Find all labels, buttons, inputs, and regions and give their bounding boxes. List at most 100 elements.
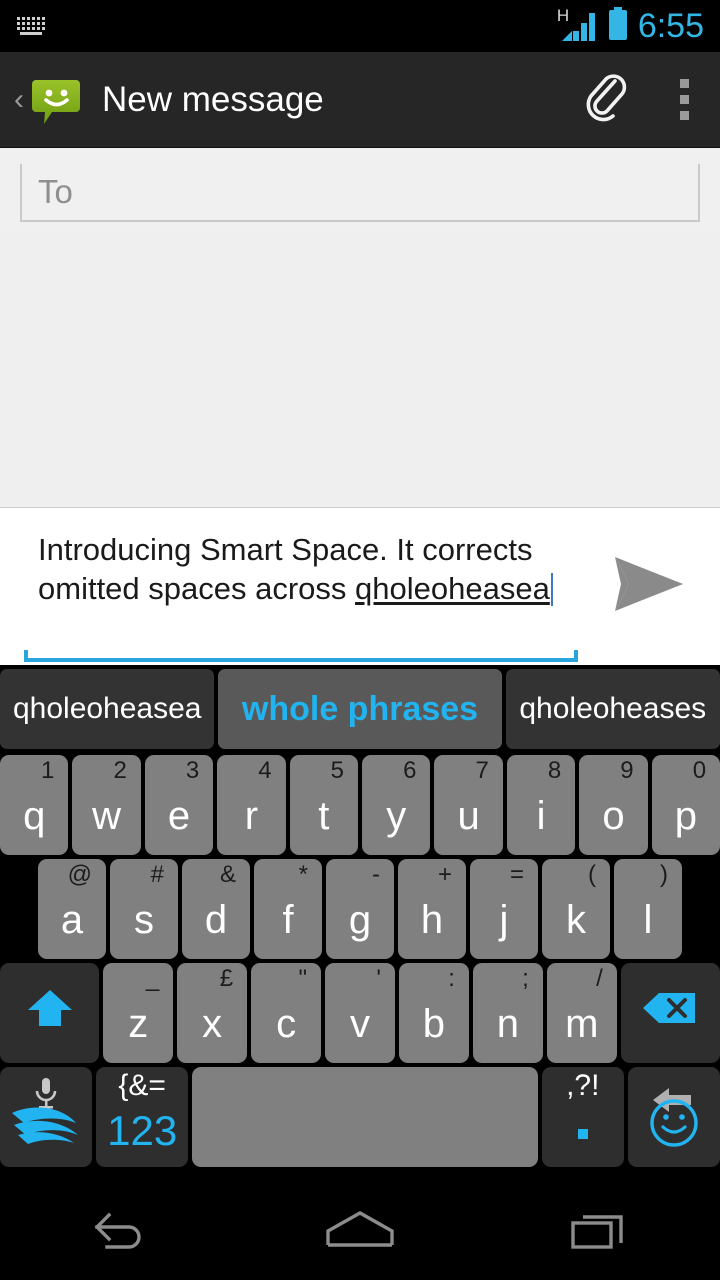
- key-label: k: [566, 898, 586, 942]
- key-alt-label: _: [145, 965, 160, 992]
- signal-bars-icon: H: [556, 6, 598, 43]
- key-alt-label: (: [588, 861, 596, 888]
- nav-recents-button[interactable]: [525, 1185, 675, 1280]
- key-b[interactable]: :b: [398, 963, 469, 1063]
- key-alt-label: 9: [620, 757, 634, 784]
- swiftkey-logo-key[interactable]: [0, 1067, 93, 1167]
- key-n[interactable]: ; n: [472, 963, 543, 1063]
- status-bar-left: [0, 15, 556, 37]
- key-z[interactable]: _ z: [103, 963, 174, 1063]
- key-alt-label: ;: [522, 965, 529, 992]
- suggestion-item-right[interactable]: qholeoheases: [505, 669, 720, 749]
- key-x[interactable]: £ x: [177, 963, 248, 1063]
- key-o[interactable]: 9o: [579, 755, 648, 855]
- key-label: l: [643, 898, 653, 942]
- key-label: b: [422, 1002, 446, 1046]
- period-dot-glyph: [577, 1129, 588, 1139]
- keyboard-row-1: 1q 2w 3e 4r 5t 6y 7u 8i 9o 0p: [0, 753, 720, 857]
- shift-key[interactable]: [0, 963, 100, 1063]
- key-u[interactable]: 7u: [434, 755, 503, 855]
- keyboard-icon: [16, 15, 50, 37]
- key-alt-label: 7: [475, 757, 489, 784]
- nav-home-button[interactable]: [285, 1185, 435, 1280]
- network-type-label: H: [556, 6, 570, 25]
- keyboard-row-2: @ a # s & d * f -g + h = j (k ) l: [0, 857, 720, 961]
- text-caret: [550, 573, 553, 606]
- key-r[interactable]: 4r: [217, 755, 286, 855]
- suggestion-item-left[interactable]: qholeoheasea: [0, 669, 215, 749]
- attach-button[interactable]: [564, 52, 648, 148]
- key-c[interactable]: " c: [251, 963, 322, 1063]
- status-clock: 6:55: [637, 7, 704, 45]
- key-p[interactable]: 0p: [651, 755, 720, 855]
- key-alt-label: 0: [692, 757, 707, 784]
- overflow-dot: [679, 95, 689, 104]
- key-label: f: [282, 898, 294, 942]
- enter-emoji-key[interactable]: [627, 1067, 720, 1167]
- key-s[interactable]: # s: [110, 859, 178, 959]
- nav-back-button[interactable]: [45, 1185, 195, 1280]
- key-alt-label: -: [372, 861, 380, 888]
- key-label: t: [318, 794, 330, 838]
- overflow-dot: [679, 79, 689, 88]
- suggestion-strip: qholeoheasea whole phrases qholeoheases: [0, 665, 720, 753]
- key-alt-label: 1: [41, 757, 55, 784]
- message-input[interactable]: Introducing Smart Space. It corrects omi…: [24, 530, 578, 662]
- key-i[interactable]: 8i: [506, 755, 576, 855]
- key-d[interactable]: & d: [182, 859, 250, 959]
- key-t[interactable]: 5t: [289, 755, 359, 855]
- key-y[interactable]: 6y: [362, 755, 431, 855]
- key-g[interactable]: -g: [326, 859, 394, 959]
- key-alt-label: *: [298, 861, 308, 888]
- recipient-placeholder: To: [38, 173, 73, 210]
- key-f[interactable]: * f: [254, 859, 322, 959]
- key-alt-label: £: [219, 965, 234, 992]
- phone-screen: H 6:55 ‹ New message To Introducing Smar…: [0, 0, 720, 1280]
- key-l[interactable]: ) l: [614, 859, 682, 959]
- recents-nav-icon: [567, 1205, 633, 1260]
- key-a[interactable]: @ a: [38, 859, 106, 959]
- key-alt-label: @: [67, 861, 92, 888]
- key-v[interactable]: ' v: [325, 963, 395, 1063]
- recipient-area: To: [0, 148, 720, 234]
- key-alt-label: ': [376, 965, 381, 992]
- emoji-smiley-icon: [628, 1097, 720, 1159]
- swiftkey-logo-icon: [0, 1101, 92, 1157]
- key-h[interactable]: + h: [398, 859, 466, 959]
- space-key[interactable]: [192, 1067, 538, 1167]
- key-alt-label: 2: [113, 757, 127, 784]
- key-label: r: [244, 794, 259, 838]
- recipient-input[interactable]: To: [20, 164, 700, 222]
- key-q[interactable]: 1q: [0, 755, 69, 855]
- symbols-alt-label: {&=: [118, 1069, 166, 1102]
- shift-arrow-icon: [24, 984, 76, 1042]
- battery-icon: [607, 6, 629, 46]
- key-alt-label: ): [660, 861, 668, 888]
- overflow-menu-button[interactable]: [648, 52, 720, 148]
- messaging-app-icon: [32, 74, 84, 126]
- key-m[interactable]: / m: [546, 963, 617, 1063]
- status-bar-right: H 6:55: [556, 6, 720, 46]
- key-w[interactable]: 2w: [72, 755, 141, 855]
- key-label: j: [499, 898, 509, 942]
- period-alt-label: ,?!: [566, 1069, 600, 1102]
- key-alt-label: ": [298, 965, 308, 992]
- key-label: c: [276, 1002, 297, 1046]
- page-title: New message: [102, 79, 324, 119]
- symbols-key[interactable]: {&= 123: [96, 1067, 189, 1167]
- send-button[interactable]: [578, 508, 720, 665]
- suggestion-item-center[interactable]: whole phrases: [218, 669, 502, 749]
- period-key[interactable]: ,?!: [541, 1067, 624, 1167]
- key-k[interactable]: (k: [542, 859, 610, 959]
- backspace-key[interactable]: [620, 963, 720, 1063]
- key-label: v: [350, 1002, 370, 1046]
- key-e[interactable]: 3e: [144, 755, 214, 855]
- key-j[interactable]: = j: [470, 859, 538, 959]
- up-back-button[interactable]: ‹: [6, 84, 32, 115]
- navigation-bar: [0, 1185, 720, 1280]
- action-bar: ‹ New message: [0, 52, 720, 148]
- key-label: g: [348, 898, 372, 942]
- key-alt-label: 6: [403, 757, 417, 784]
- key-alt-label: /: [596, 965, 603, 992]
- message-text: Introducing Smart Space. It corrects omi…: [38, 530, 578, 608]
